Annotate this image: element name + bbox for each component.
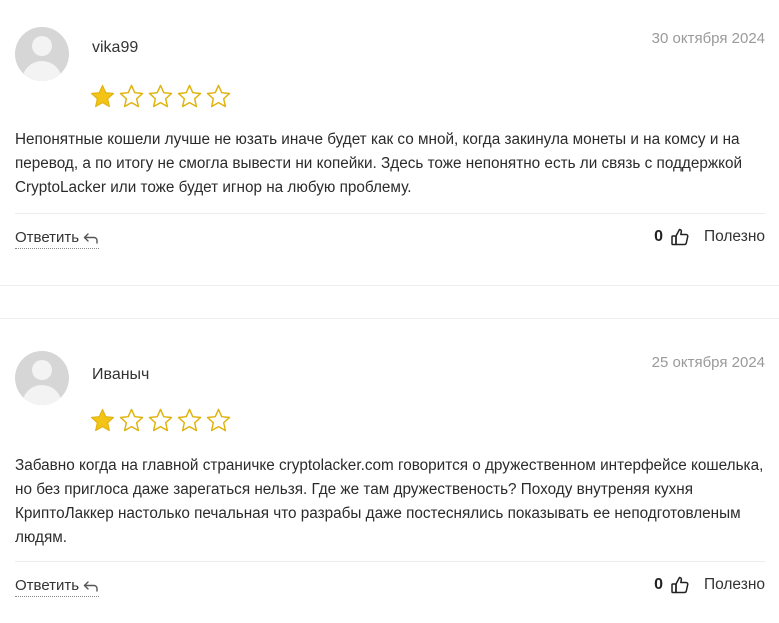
avatar bbox=[15, 27, 69, 81]
star-icon bbox=[148, 84, 173, 108]
star-icon bbox=[90, 408, 115, 432]
star-icon bbox=[206, 84, 231, 108]
divider bbox=[15, 213, 765, 214]
helpful-count: 0 bbox=[654, 576, 663, 593]
reply-arrow-icon bbox=[83, 232, 98, 244]
reply-label: Ответить bbox=[15, 229, 80, 246]
review-date: 30 октября 2024 bbox=[651, 30, 765, 47]
review-date: 25 октября 2024 bbox=[651, 354, 765, 371]
divider bbox=[15, 561, 765, 562]
star-rating bbox=[89, 83, 232, 110]
star-icon bbox=[119, 408, 144, 432]
helpful-button[interactable]: Полезно bbox=[704, 576, 765, 594]
star-icon bbox=[148, 408, 173, 432]
star-icon bbox=[206, 408, 231, 432]
thumbs-up-icon[interactable] bbox=[670, 227, 690, 247]
star-icon bbox=[119, 84, 144, 108]
helpful-button[interactable]: Полезно bbox=[704, 228, 765, 246]
helpful-votes: 0 Полезно bbox=[654, 227, 765, 247]
star-rating bbox=[89, 407, 232, 434]
review-author: Иваныч bbox=[92, 366, 150, 383]
review-card: vika99 30 октября 2024 Непонятные кошели… bbox=[0, 0, 779, 285]
star-icon bbox=[177, 408, 202, 432]
star-icon bbox=[177, 84, 202, 108]
thumbs-up-icon[interactable] bbox=[670, 575, 690, 595]
reply-label: Ответить bbox=[15, 577, 80, 594]
helpful-votes: 0 Полезно bbox=[654, 575, 765, 595]
reply-button[interactable]: Ответить bbox=[15, 577, 100, 597]
section-divider bbox=[0, 285, 779, 286]
review-text: Забавно когда на главной страничке crypt… bbox=[15, 457, 764, 546]
avatar bbox=[15, 351, 69, 405]
reply-arrow-icon bbox=[83, 580, 98, 592]
helpful-count: 0 bbox=[654, 228, 663, 245]
star-icon bbox=[90, 84, 115, 108]
review-author: vika99 bbox=[92, 39, 139, 56]
reply-button[interactable]: Ответить bbox=[15, 229, 100, 249]
review-card: Иваныч 25 октября 2024 Забавно когда на … bbox=[0, 318, 779, 623]
review-text: Непонятные кошели лучше не юзать иначе б… bbox=[15, 131, 743, 196]
